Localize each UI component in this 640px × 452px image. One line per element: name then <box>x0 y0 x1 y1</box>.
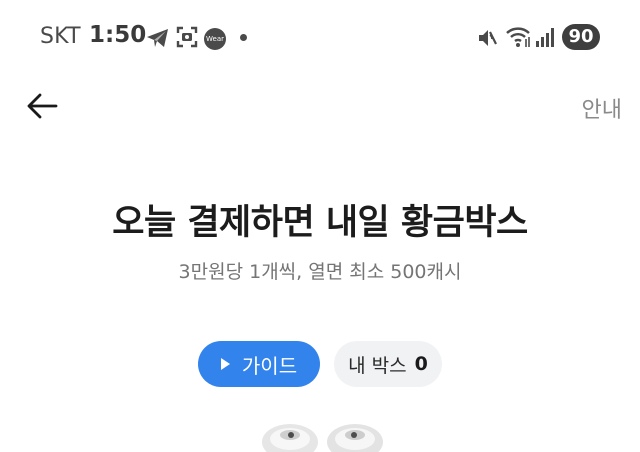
wifi-icon <box>506 27 530 47</box>
earbuds-image <box>262 424 383 452</box>
arrow-left-icon <box>27 93 58 119</box>
status-time: 1:50 <box>89 22 147 48</box>
my-box-button[interactable]: 내 박스 0 <box>334 341 442 387</box>
my-box-count: 0 <box>414 353 428 375</box>
wear-icon: Wear <box>204 28 226 50</box>
play-icon <box>220 358 230 370</box>
carrier-label: SKT <box>40 24 81 49</box>
page-title: 오늘 결제하면 내일 황금박스 <box>112 203 528 243</box>
guide-button[interactable]: 가이드 <box>198 341 320 387</box>
status-bar: SKT 1:50 Wear 90 <box>0 0 640 74</box>
mute-icon <box>479 30 497 46</box>
screenshot-icon <box>176 26 198 48</box>
telegram-icon <box>147 29 168 47</box>
back-button[interactable] <box>22 88 62 126</box>
signal-icon <box>536 28 554 47</box>
guide-button-label: 가이드 <box>241 353 298 378</box>
page-subtitle: 3만원당 1개씩, 열면 최소 500캐시 <box>178 261 462 283</box>
info-link[interactable]: 안내 <box>582 92 622 124</box>
my-box-label: 내 박스 <box>348 354 407 377</box>
notification-dot-icon <box>240 34 247 41</box>
battery-level: 90 <box>562 24 600 50</box>
